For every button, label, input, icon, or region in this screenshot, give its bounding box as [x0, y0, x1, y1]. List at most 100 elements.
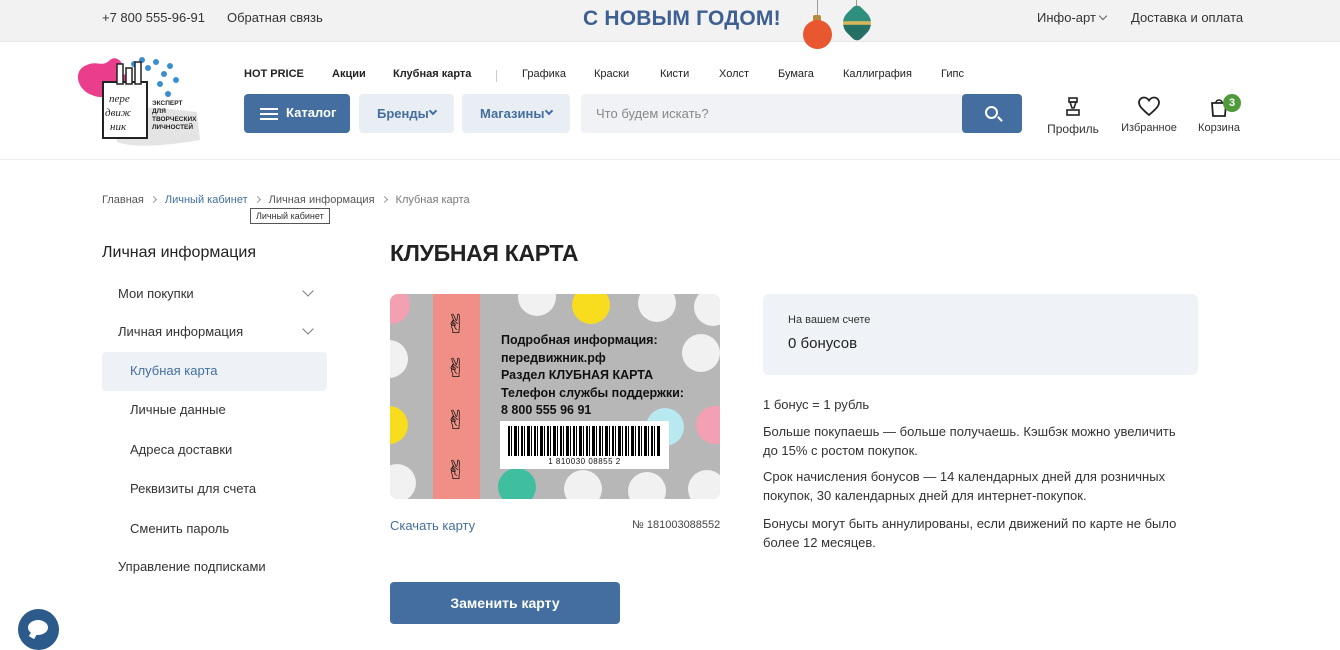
sidebar-item-subscriptions[interactable]: Управление подписками — [102, 548, 327, 587]
chevron-right-icon — [149, 195, 157, 204]
bonus-rate: 1 бонус = 1 рубль — [763, 397, 870, 412]
chat-button[interactable] — [18, 609, 59, 650]
cart-label: Корзина — [1198, 122, 1240, 134]
cart-count-badge: 3 — [1223, 94, 1241, 112]
card-dot — [696, 406, 720, 444]
card-dot — [498, 468, 536, 499]
accrual-info: Срок начисления бонусов — 14 календарных… — [763, 469, 1166, 503]
sidebar-item-label: Личная информация — [118, 324, 244, 339]
card-dot — [628, 472, 666, 499]
breadcrumb-current: Клубная карта — [395, 194, 470, 206]
feedback-link[interactable]: Обратная связь — [227, 10, 323, 25]
stores-dropdown[interactable]: Магазины — [462, 94, 570, 133]
sidebar-item-label: Клубная карта — [130, 363, 218, 378]
nav-gypsum[interactable]: Гипс — [941, 68, 964, 80]
nav-canvas[interactable]: Холст — [719, 68, 749, 80]
breadcrumb-tooltip: Личный кабинет — [250, 208, 330, 224]
green-ornament-icon — [837, 3, 877, 43]
card-line: передвижник.рф — [501, 350, 606, 365]
delivery-link[interactable]: Доставка и оплата — [1131, 10, 1243, 25]
sidebar-item-personal-data[interactable]: Личные данные — [102, 391, 327, 430]
logo-tagline-1: ЭКСПЕРТ — [152, 100, 182, 107]
profile-link[interactable]: Профиль — [1045, 96, 1101, 136]
card-info-text: Подробная информация: передвижник.рф Раз… — [501, 332, 684, 420]
sidebar-item-addresses[interactable]: Адреса доставки — [102, 431, 327, 470]
sidebar-item-label: Адреса доставки — [130, 442, 233, 457]
nav-promo[interactable]: Акции — [332, 68, 366, 80]
cashback-info: Больше покупаешь — больше получаешь. Кэш… — [763, 424, 1176, 458]
logo-wordmark-3: ник — [110, 121, 127, 133]
chevron-right-icon — [253, 195, 261, 204]
brands-label: Бренды — [377, 106, 429, 121]
breadcrumb: Главная Личный кабинет Личная информация Кл… — [102, 194, 470, 206]
chevron-down-icon — [1098, 11, 1108, 21]
heart-icon — [1138, 96, 1160, 117]
logo-wordmark-2: движ — [105, 107, 132, 119]
chevron-down-icon — [428, 106, 438, 116]
barcode-icon — [508, 426, 661, 456]
nav-hot-price[interactable]: HOT PRICE — [244, 68, 304, 80]
nav-divider — [496, 70, 497, 82]
nav-brushes[interactable]: Кисти — [660, 68, 689, 80]
breadcrumb-personal[interactable]: Личная информация — [269, 194, 375, 206]
logo-graphic: пере движ ник ЭКСПЕРТ ДЛЯ ТВОРЧЕСКИХ ЛИЧ… — [77, 57, 200, 146]
chevron-down-icon — [544, 106, 554, 116]
nav-paints[interactable]: Краски — [594, 68, 629, 80]
card-dot — [688, 470, 720, 499]
club-card-image: ✌ ✌ ✌ ✌ Подробная информация: передвижни… — [390, 294, 720, 499]
phone-link[interactable]: +7 800 555-96-91 — [102, 10, 205, 25]
search-icon-handle — [997, 116, 1003, 122]
expiry-info: Бонусы могут быть аннулированы, если дви… — [763, 516, 1177, 550]
sidebar-title: Личная информация — [102, 244, 257, 261]
catalog-button[interactable]: Каталог — [244, 94, 350, 133]
peace-hand-icon: ✌ — [445, 455, 467, 485]
profile-label: Профиль — [1047, 122, 1099, 136]
sidebar-item-change-password[interactable]: Сменить пароль — [102, 510, 327, 549]
sidebar-item-personal-info[interactable]: Личная информация — [102, 313, 327, 352]
brands-dropdown[interactable]: Бренды — [359, 94, 454, 133]
card-line: 8 800 555 96 91 — [501, 403, 592, 417]
breadcrumb-account[interactable]: Личный кабинет — [165, 194, 248, 206]
favorites-label: Избранное — [1121, 122, 1177, 134]
site-logo[interactable]: пере движ ник ЭКСПЕРТ ДЛЯ ТВОРЧЕСКИХ ЛИЧ… — [72, 50, 207, 150]
search-bar — [581, 94, 1022, 133]
card-dot — [564, 470, 602, 499]
replace-card-button[interactable]: Заменить карту — [390, 582, 620, 624]
nav-club-card[interactable]: Клубная карта — [393, 68, 471, 80]
header: пере движ ник ЭКСПЕРТ ДЛЯ ТВОРЧЕСКИХ ЛИЧ… — [0, 42, 1340, 160]
search-button[interactable] — [962, 94, 1022, 133]
card-dot — [572, 294, 610, 324]
card-line: Подробная информация: — [501, 333, 658, 347]
nav-calligraphy[interactable]: Каллиграфия — [843, 68, 912, 80]
page-title: КЛУБНАЯ КАРТА — [390, 240, 579, 266]
breadcrumb-home[interactable]: Главная — [102, 194, 144, 206]
info-art-label: Инфо-арт — [1037, 10, 1096, 25]
card-dot — [390, 294, 410, 324]
sidebar-item-purchases[interactable]: Мои покупки — [102, 275, 327, 314]
peace-hand-icon: ✌ — [445, 405, 467, 435]
sidebar-item-label: Личные данные — [130, 402, 226, 417]
card-number: № 181003088552 — [632, 519, 721, 531]
info-art-dropdown[interactable]: Инфо-арт — [1037, 10, 1108, 25]
card-line: Раздел КЛУБНАЯ КАРТА — [501, 368, 654, 382]
card-dot — [694, 294, 720, 326]
card-dot — [390, 340, 408, 378]
sidebar-item-requisites[interactable]: Реквизиты для счета — [102, 470, 327, 509]
nav-graphics[interactable]: Графика — [522, 68, 566, 80]
logo-wordmark-1: пере — [109, 93, 130, 105]
chevron-down-icon — [302, 323, 314, 335]
search-input[interactable] — [581, 94, 962, 133]
chevron-down-icon — [302, 285, 314, 297]
sidebar-item-label: Управление подписками — [118, 559, 266, 574]
peace-hand-icon: ✌ — [445, 309, 467, 339]
logo-tagline-2: ДЛЯ — [152, 108, 166, 115]
chevron-right-icon — [380, 195, 388, 204]
top-bar: +7 800 555-96-91 Обратная связь С НОВЫМ … — [0, 0, 1340, 49]
nav-paper[interactable]: Бумага — [778, 68, 814, 80]
sidebar-item-club-card[interactable]: Клубная карта — [102, 352, 327, 391]
card-dot — [390, 406, 408, 444]
profile-icon — [1066, 97, 1080, 116]
favorites-link[interactable]: Избранное — [1118, 96, 1180, 134]
menu-icon — [260, 108, 278, 120]
download-card-link[interactable]: Скачать карту — [390, 518, 475, 533]
